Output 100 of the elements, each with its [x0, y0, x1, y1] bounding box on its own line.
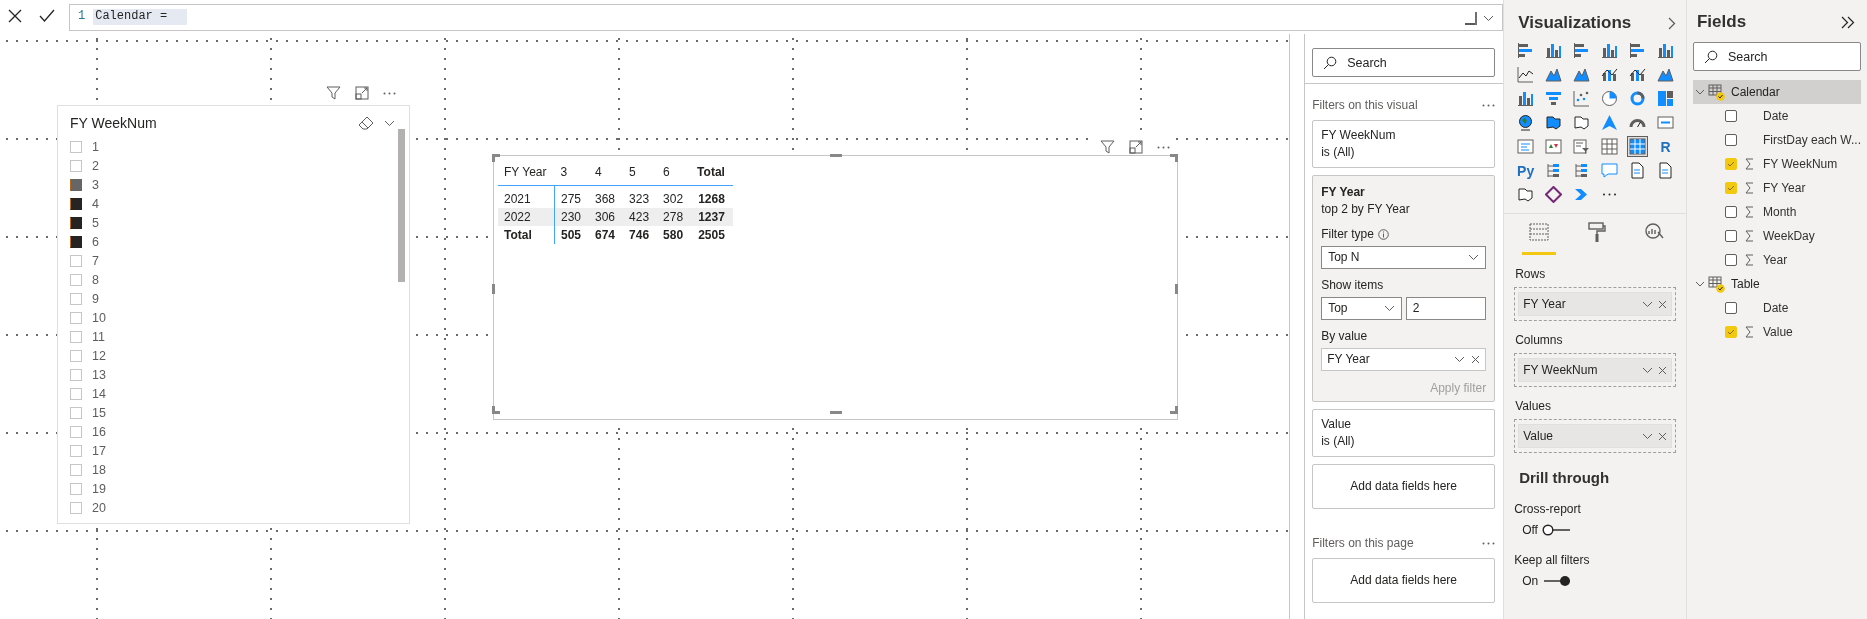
- filter-type-dropdown[interactable]: Top N: [1321, 246, 1487, 269]
- slicer-item-label[interactable]: 8: [92, 272, 99, 287]
- field-name[interactable]: FY Year: [1762, 181, 1806, 195]
- slicer-item-label[interactable]: 14: [92, 386, 106, 401]
- filter-icon[interactable]: [1100, 140, 1115, 154]
- toggle-switch[interactable]: [1541, 524, 1572, 536]
- checkbox[interactable]: [1724, 302, 1737, 314]
- chevron-down-icon[interactable]: [1694, 279, 1705, 289]
- eraser-icon[interactable]: [358, 116, 374, 130]
- filter-card[interactable]: FY WeekNum is (All): [1312, 120, 1496, 168]
- checkbox[interactable]: [1724, 134, 1737, 146]
- field-name[interactable]: WeekDay: [1762, 229, 1815, 243]
- checkbox[interactable]: [1724, 110, 1737, 122]
- close-icon[interactable]: [1657, 365, 1667, 375]
- funnel-chart-icon[interactable]: [1544, 89, 1564, 108]
- search-field[interactable]: Search: [1692, 42, 1861, 71]
- slicer-item-label[interactable]: 5: [92, 215, 99, 230]
- cancel-icon[interactable]: [8, 9, 22, 23]
- more-icon[interactable]: [383, 91, 396, 95]
- slicer-item-label[interactable]: 16: [92, 424, 106, 439]
- checkbox[interactable]: [1724, 206, 1737, 218]
- column-chart-icon[interactable]: [1516, 89, 1536, 108]
- field-name[interactable]: FY WeekNum: [1762, 157, 1838, 171]
- slicer-item-label[interactable]: 9: [92, 291, 99, 306]
- chevron-down-icon[interactable]: [384, 119, 395, 127]
- script-visual-button[interactable]: R: [1656, 137, 1676, 156]
- column-chart-icon[interactable]: [1544, 41, 1564, 60]
- pie-chart-icon[interactable]: [1600, 89, 1620, 108]
- scatter-chart-icon[interactable]: [1572, 89, 1592, 108]
- chevron-down-icon[interactable]: [1694, 87, 1705, 97]
- slicer-item-label[interactable]: 15: [92, 405, 106, 420]
- info-icon[interactable]: [1377, 229, 1389, 240]
- treemap-icon[interactable]: [1656, 89, 1676, 108]
- chevron-down-icon[interactable]: [1383, 305, 1395, 312]
- chevron-down-icon[interactable]: [1454, 356, 1466, 363]
- card-icon[interactable]: [1656, 113, 1676, 132]
- filter-card[interactable]: Value is (All): [1312, 409, 1496, 457]
- more-icon[interactable]: [1482, 103, 1496, 107]
- chevron-down-icon[interactable]: [1468, 254, 1480, 261]
- field-name[interactable]: Date: [1762, 109, 1789, 123]
- diamond-icon[interactable]: [1544, 185, 1564, 204]
- slicer-item-label[interactable]: 20: [92, 500, 106, 515]
- checkbox[interactable]: [70, 197, 82, 210]
- filter-icon[interactable]: [326, 86, 341, 100]
- slicer-item-label[interactable]: 19: [92, 481, 106, 496]
- map-icon[interactable]: [1572, 113, 1592, 132]
- collapse-icon[interactable]: [1841, 15, 1855, 29]
- checkbox[interactable]: [70, 235, 82, 248]
- checkmark-icon[interactable]: [39, 9, 55, 22]
- kpi-icon[interactable]: [1544, 137, 1564, 156]
- slicer-item-label[interactable]: 13: [92, 367, 106, 382]
- close-icon[interactable]: [1657, 299, 1667, 309]
- slicer-item-label[interactable]: 10: [92, 310, 106, 325]
- field-name[interactable]: FirstDay each W...: [1762, 133, 1861, 147]
- slicer-item-label[interactable]: 3: [92, 177, 99, 192]
- slicer-item-label[interactable]: 1: [92, 139, 99, 154]
- slicer-item-label[interactable]: 6: [92, 234, 99, 249]
- table-row[interactable]: Table: [1692, 272, 1861, 296]
- focus-mode-icon[interactable]: [355, 86, 369, 100]
- resize-handle[interactable]: [830, 154, 842, 157]
- arrow-icon[interactable]: [1600, 113, 1620, 132]
- more-icon[interactable]: [1157, 145, 1170, 149]
- field-chip[interactable]: FY Year: [1321, 348, 1487, 371]
- chevron-down-icon[interactable]: [1641, 432, 1653, 440]
- close-icon[interactable]: [1657, 431, 1667, 441]
- map-icon[interactable]: [1544, 113, 1564, 132]
- slicer-item-label[interactable]: 18: [92, 462, 106, 477]
- formula-field[interactable]: 1 Calendar =: [69, 4, 1504, 31]
- drop-zone[interactable]: Add data fields here: [1312, 558, 1496, 603]
- count-field[interactable]: 2: [1405, 297, 1487, 320]
- resize-handle[interactable]: [830, 411, 842, 414]
- column-chart-icon[interactable]: [1656, 41, 1676, 60]
- scrollbar[interactable]: [398, 129, 405, 282]
- field-name[interactable]: Date: [1762, 301, 1789, 315]
- checkbox[interactable]: [1724, 230, 1737, 242]
- field-name[interactable]: Value: [1762, 325, 1793, 339]
- close-icon[interactable]: [1471, 355, 1481, 364]
- script-visual-button[interactable]: Py: [1516, 161, 1536, 180]
- expand-icon[interactable]: [1483, 14, 1495, 22]
- checkbox[interactable]: [1724, 254, 1737, 266]
- field-name[interactable]: Year: [1762, 253, 1788, 267]
- slicer-item-label[interactable]: 2: [92, 158, 99, 173]
- underscore-icon[interactable]: [1465, 11, 1478, 25]
- filter-card[interactable]: FY Year top 2 by FY Year Filter type Top N Show items Top 2 By value FY Year Apply filter: [1312, 175, 1496, 402]
- slicer-item-label[interactable]: 4: [92, 196, 99, 211]
- line-chart-icon[interactable]: [1516, 65, 1536, 84]
- matrix-icon[interactable]: [1628, 137, 1648, 156]
- focus-mode-icon[interactable]: [1129, 140, 1143, 154]
- field-name[interactable]: Month: [1762, 205, 1797, 219]
- column-chart-icon[interactable]: [1600, 41, 1620, 60]
- table-row[interactable]: Calendar: [1692, 80, 1861, 104]
- chevron-down-icon[interactable]: [1641, 366, 1653, 374]
- chevron-right-icon[interactable]: [1667, 16, 1676, 30]
- slicer-item-label[interactable]: 17: [92, 443, 106, 458]
- slicer-item-label[interactable]: 12: [92, 348, 106, 363]
- slicer-item-label[interactable]: 7: [92, 253, 99, 268]
- toggle-switch[interactable]: [1542, 575, 1573, 587]
- slicer-icon[interactable]: [1572, 137, 1592, 156]
- checkbox[interactable]: [70, 178, 82, 191]
- fields-icon[interactable]: [1522, 220, 1557, 255]
